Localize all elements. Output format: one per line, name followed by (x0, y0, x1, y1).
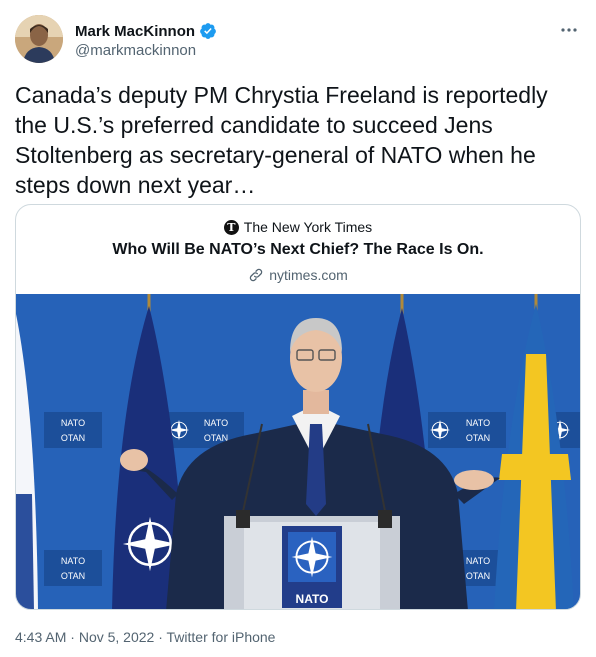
card-header: T The New York Times Who Will Be NATO’s … (16, 205, 580, 294)
svg-text:OTAN: OTAN (61, 571, 85, 581)
author-names: Mark MacKinnon @markmackinnon (75, 21, 217, 59)
svg-text:NATO: NATO (296, 592, 329, 606)
tweet-text: Canada’s deputy PM Chrystia Freeland is … (15, 82, 548, 198)
press-conference-photo: NATO OTAN NATO OTAN NATO OTAN NATO OTAN … (16, 294, 580, 609)
display-name[interactable]: Mark MacKinnon (75, 23, 195, 40)
card-domain[interactable]: nytimes.com (16, 267, 580, 283)
link-card[interactable]: T The New York Times Who Will Be NATO’s … (15, 204, 581, 610)
card-image[interactable]: NATO OTAN NATO OTAN NATO OTAN NATO OTAN … (16, 294, 580, 609)
backdrop-logo-tile: NATO OTAN (428, 412, 506, 448)
svg-text:OTAN: OTAN (61, 433, 85, 443)
svg-text:NATO: NATO (61, 418, 85, 428)
verified-badge-icon (200, 23, 216, 39)
svg-text:NATO: NATO (61, 556, 85, 566)
tweet-client[interactable]: Twitter for iPhone (167, 629, 276, 645)
more-options-icon[interactable] (559, 23, 579, 37)
card-title[interactable]: Who Will Be NATO’s Next Chief? The Race … (16, 241, 580, 259)
svg-text:NATO: NATO (466, 418, 490, 428)
card-source-name: The New York Times (243, 219, 373, 235)
nyt-logo-icon: T (223, 219, 239, 235)
backdrop-logo-tile: NATO OTAN (44, 550, 102, 586)
handle[interactable]: @markmackinnon (75, 42, 217, 59)
tweet-metadata: 4:43 AM · Nov 5, 2022 · Twitter for iPho… (15, 629, 275, 645)
meta-separator: · (70, 629, 75, 645)
svg-text:OTAN: OTAN (466, 571, 490, 581)
svg-text:NATO: NATO (204, 418, 228, 428)
avatar-photo-icon (15, 15, 63, 63)
backdrop-logo-tile: NATO OTAN (44, 412, 102, 448)
svg-text:OTAN: OTAN (466, 433, 490, 443)
link-icon (249, 268, 263, 282)
meta-separator: · (158, 629, 163, 645)
tweet-date[interactable]: Nov 5, 2022 (79, 629, 155, 645)
card-source: T The New York Times (16, 219, 580, 235)
card-domain-text: nytimes.com (269, 267, 348, 283)
svg-text:NATO: NATO (466, 556, 490, 566)
avatar[interactable] (15, 15, 63, 63)
tweet-header: Mark MacKinnon @markmackinnon (15, 15, 581, 65)
tweet-time[interactable]: 4:43 AM (15, 629, 66, 645)
